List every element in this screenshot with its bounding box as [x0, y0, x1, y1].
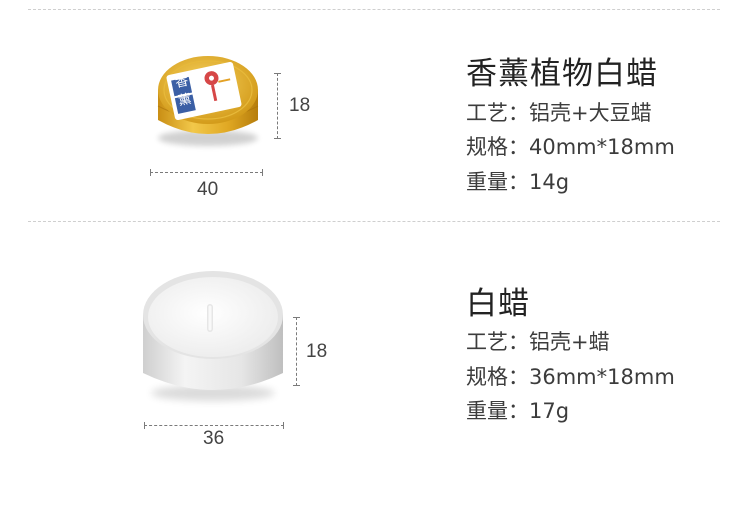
spec-craft-2: 工艺：铝壳+蜡 [466, 330, 610, 354]
width-dimension-label-2: 36 [203, 428, 225, 449]
top-divider [28, 9, 720, 10]
height-dimension-label: 18 [289, 95, 311, 116]
spec-craft: 工艺：铝壳+大豆蜡 [466, 101, 652, 125]
width-dimension-line [150, 169, 263, 176]
height-dimension-label-2: 18 [306, 341, 328, 362]
product-title: 香薰植物白蜡 [466, 56, 658, 92]
scented-candle-tin-image [157, 56, 259, 146]
spec-weight-2: 重量：17g [466, 399, 570, 423]
width-dimension-line-2 [144, 422, 284, 429]
middle-divider [28, 221, 720, 222]
height-dimension-line-2 [293, 317, 300, 386]
spec-size: 规格：40mm*18mm [466, 135, 675, 159]
height-dimension-line [274, 73, 281, 139]
width-dimension-label: 40 [197, 179, 219, 200]
product-title-2: 白蜡 [466, 286, 530, 322]
spec-weight: 重量：14g [466, 170, 570, 194]
white-candle-image [143, 271, 283, 401]
spec-size-2: 规格：36mm*18mm [466, 365, 675, 389]
